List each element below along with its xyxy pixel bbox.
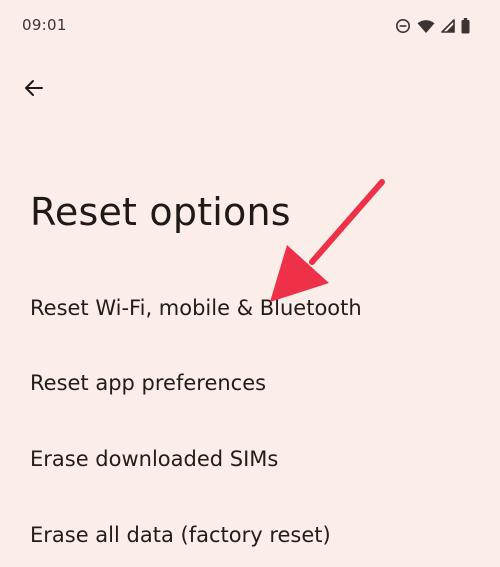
back-button[interactable] <box>16 72 52 108</box>
option-label: Reset app preferences <box>30 371 267 395</box>
do-not-disturb-icon <box>395 18 411 34</box>
option-factory-reset[interactable]: Erase all data (factory reset) <box>0 507 500 567</box>
cellular-signal-icon <box>441 19 455 33</box>
option-erase-downloaded-sims[interactable]: Erase downloaded SIMs <box>0 431 500 491</box>
arrow-left-icon <box>22 76 46 104</box>
status-icons <box>395 17 470 35</box>
option-label: Erase all data (factory reset) <box>30 523 331 547</box>
status-bar: 09:01 <box>0 0 500 52</box>
option-reset-app-preferences[interactable]: Reset app preferences <box>0 355 500 415</box>
option-label: Erase downloaded SIMs <box>30 447 279 471</box>
status-time: 09:01 <box>22 16 67 34</box>
battery-icon <box>461 18 470 34</box>
wifi-icon <box>417 19 435 34</box>
page-title: Reset options <box>30 190 291 234</box>
option-label: Reset Wi-Fi, mobile & Bluetooth <box>30 296 362 320</box>
option-reset-network[interactable]: Reset Wi-Fi, mobile & Bluetooth <box>0 280 500 340</box>
